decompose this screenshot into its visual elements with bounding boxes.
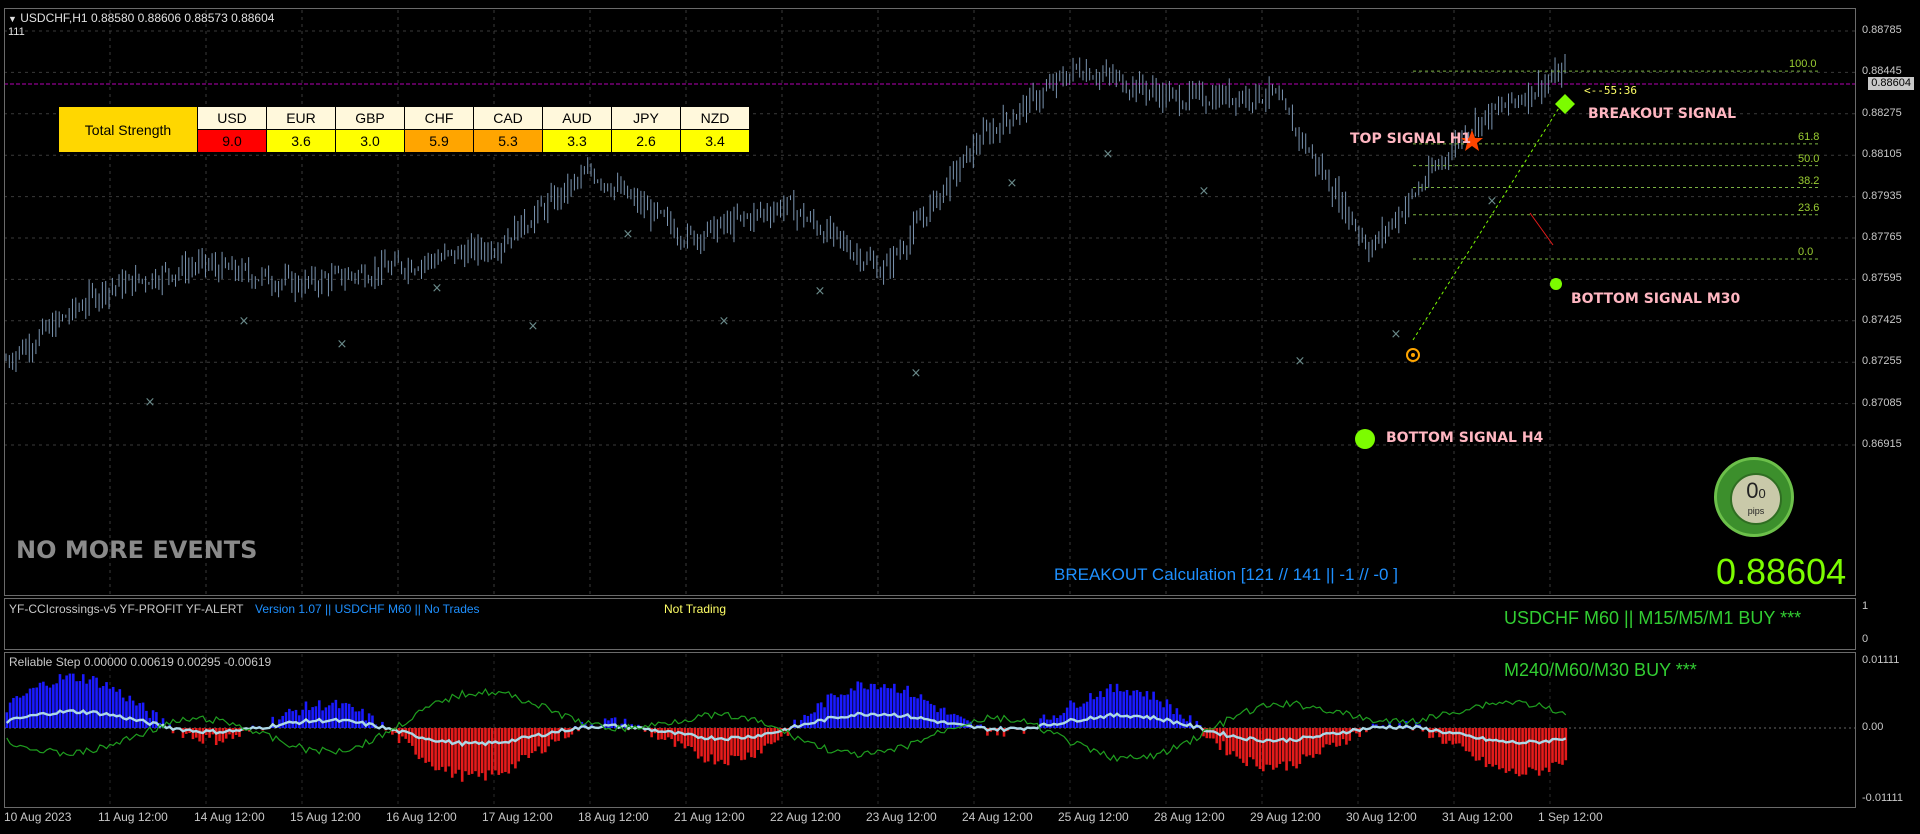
big-price-display: 0.88604 [1716, 551, 1847, 592]
price-tick: 0.87765 [1862, 231, 1902, 243]
current-price-tag: 0.88604 [1868, 77, 1914, 90]
strength-jpy: 2.6 [611, 129, 681, 153]
price-tick: 0.87425 [1862, 313, 1902, 326]
date-tick: 1 Sep 12:00 [1538, 810, 1603, 824]
indicator-list: YF-CCIcrossings-v5 YF-PROFIT YF-ALERT [9, 602, 244, 616]
fib-label: 38.2 [1798, 174, 1820, 187]
countdown-timer: <--55:36 [1584, 84, 1637, 97]
bottom-axis-low: -0.01111 [1862, 792, 1903, 804]
no-more-events-label: NO MORE EVENTS [16, 536, 258, 564]
trading-status: Not Trading [664, 602, 727, 616]
breakout-signal-label: BREAKOUT SIGNAL [1588, 106, 1737, 122]
version-info: Version 1.07 || USDCHF M60 || No Trades [255, 602, 480, 616]
date-tick: 10 Aug 2023 [4, 810, 72, 824]
date-tick: 25 Aug 12:00 [1058, 810, 1129, 824]
currency-strength-table: Total Strength USD EUR GBP CHF CAD AUD J… [58, 106, 750, 153]
date-tick: 16 Aug 12:00 [386, 810, 457, 824]
bottom-signal-m30-label: BOTTOM SIGNAL M30 [1571, 291, 1741, 307]
top-signal-h1-label: TOP SIGNAL H1 [1350, 131, 1472, 147]
sub-info: 111 [8, 26, 25, 38]
price-tick: 0.88785 [1862, 24, 1902, 36]
strength-usd: 9.0 [197, 129, 267, 153]
buy-signal-m240: M240/M60/M30 BUY *** [1504, 660, 1697, 680]
bottom-axis-top: 0.01111 [1862, 654, 1900, 666]
symbol-info: ▼ USDCHF,H1 0.88580 0.88606 0.88573 0.88… [8, 11, 274, 25]
currency-aud: AUD [542, 106, 612, 130]
fib-label: 50.0 [1798, 152, 1820, 165]
pips-unit: pips [1747, 506, 1765, 516]
breakout-calculation-text: BREAKOUT Calculation [121 // 141 || -1 /… [1054, 565, 1398, 584]
price-tick: 0.87255 [1862, 355, 1902, 368]
date-tick: 17 Aug 12:00 [482, 810, 553, 824]
price-tick: 0.87085 [1862, 396, 1902, 409]
pips-value: 0 [1746, 478, 1759, 503]
buy-signal-m60: USDCHF M60 || M15/M5/M1 BUY *** [1504, 608, 1802, 628]
strength-nzd: 3.4 [680, 129, 750, 153]
fib-label: 23.6 [1798, 201, 1820, 214]
total-strength-title: Total Strength [58, 106, 198, 153]
fib-label: 0.0 [1798, 246, 1814, 259]
date-tick: 21 Aug 12:00 [674, 810, 745, 824]
date-tick: 11 Aug 12:00 [98, 810, 168, 824]
date-tick: 23 Aug 12:00 [866, 810, 937, 824]
date-tick: 18 Aug 12:00 [578, 810, 649, 824]
strength-eur: 3.6 [266, 129, 336, 153]
currency-eur: EUR [266, 106, 336, 130]
middle-axis-top: 1 [1862, 600, 1869, 612]
pips-subvalue: 0 [1758, 486, 1766, 501]
bottom-signal-h4-label: BOTTOM SIGNAL H4 [1386, 430, 1544, 446]
price-tick: 0.88105 [1862, 148, 1902, 161]
price-tick: 0.86915 [1862, 438, 1902, 450]
date-tick: 22 Aug 12:00 [770, 810, 841, 824]
date-tick: 30 Aug 12:00 [1346, 810, 1417, 824]
date-tick: 15 Aug 12:00 [290, 810, 361, 824]
currency-jpy: JPY [611, 106, 681, 130]
fib-label: 100.0 [1789, 58, 1817, 71]
currency-gbp: GBP [335, 106, 405, 130]
currency-nzd: NZD [680, 106, 750, 130]
currency-cad: CAD [473, 106, 543, 130]
strength-aud: 3.3 [542, 129, 612, 153]
price-tick: 0.87935 [1862, 189, 1902, 202]
currency-chf: CHF [404, 106, 474, 130]
date-tick: 31 Aug 12:00 [1442, 810, 1513, 824]
strength-cad: 5.3 [473, 129, 543, 153]
date-tick: 29 Aug 12:00 [1250, 810, 1321, 824]
reliable-step-title: Reliable Step 0.00000 0.00619 0.00295 -0… [9, 655, 272, 669]
bottom-axis-zero: 0.00 [1862, 721, 1884, 733]
fib-label: 61.8 [1798, 130, 1820, 143]
date-tick: 14 Aug 12:00 [194, 810, 265, 824]
price-tick: 0.88445 [1862, 65, 1902, 78]
strength-chf: 5.9 [404, 129, 474, 153]
dropdown-triangle-icon[interactable]: ▼ [8, 14, 17, 24]
currency-usd: USD [197, 106, 267, 130]
pips-badge: 00 pips [1714, 457, 1794, 537]
date-tick: 24 Aug 12:00 [962, 810, 1033, 824]
price-tick: 0.88275 [1862, 106, 1902, 119]
strength-gbp: 3.0 [335, 129, 405, 153]
symbol-info-text: USDCHF,H1 0.88580 0.88606 0.88573 0.8860… [20, 11, 275, 25]
price-tick: 0.87595 [1862, 272, 1902, 285]
middle-axis-bottom: 0 [1862, 633, 1869, 645]
pips-badge-inner: 00 pips [1730, 473, 1782, 525]
date-tick: 28 Aug 12:00 [1154, 810, 1225, 824]
